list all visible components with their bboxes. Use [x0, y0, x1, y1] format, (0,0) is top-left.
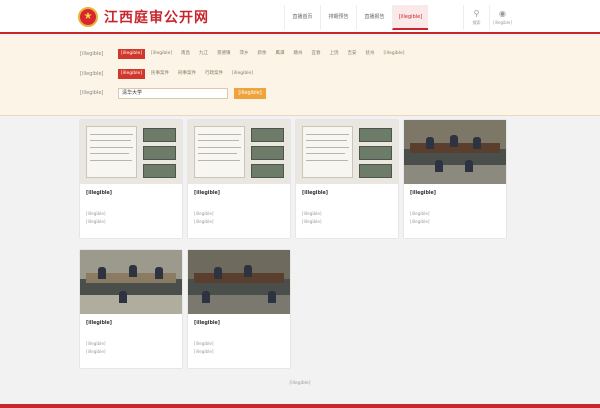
keyword-label: [illegible] — [80, 90, 104, 96]
case-type-filter-label: [illegible] — [80, 71, 104, 77]
case-card[interactable]: [illegible] [illegible] [illegible] — [296, 120, 398, 238]
search-button[interactable]: [illegible] — [234, 87, 266, 99]
court-chip[interactable]: 吉安 — [345, 49, 360, 59]
case-type-chip[interactable]: 民事案件 — [148, 69, 172, 79]
location-tool-label: [illegible] — [493, 20, 512, 25]
case-card[interactable]: [illegible] [illegible] [illegible] — [404, 120, 506, 238]
nav-item-live-home[interactable]: 直播首页 — [284, 5, 320, 30]
case-number: [illegible] — [86, 219, 106, 224]
case-title[interactable]: [illegible] — [86, 320, 178, 334]
court-chip[interactable]: 宜春 — [309, 49, 324, 59]
court-filter-row: [illegible] [illegible] [illegible] 南昌 九… — [80, 48, 411, 60]
case-thumbnail[interactable] — [188, 120, 290, 184]
court-chip[interactable]: 鹰潭 — [273, 49, 288, 59]
case-number: [illegible] — [194, 219, 214, 224]
case-court: [illegible] — [194, 211, 214, 216]
case-thumbnail[interactable] — [80, 250, 182, 314]
keyword-row: [illegible] 清华大学 [illegible] — [80, 87, 266, 99]
case-number: [illegible] — [194, 349, 214, 354]
case-number: [illegible] — [86, 349, 106, 354]
court-chip[interactable]: [illegible] — [148, 49, 175, 59]
case-number: [illegible] — [410, 219, 430, 224]
case-thumbnail[interactable] — [188, 250, 290, 314]
case-court: [illegible] — [194, 341, 214, 346]
filter-panel: [illegible] [illegible] [illegible] 南昌 九… — [0, 36, 600, 116]
case-court: [illegible] — [302, 211, 322, 216]
court-chip[interactable]: 南昌 — [178, 49, 193, 59]
case-type-chip[interactable]: 刑事案件 — [175, 69, 199, 79]
case-type-chip[interactable]: 行政案件 — [202, 69, 226, 79]
case-court: [illegible] — [86, 211, 106, 216]
case-title[interactable]: [illegible] — [194, 320, 286, 334]
location-pin-icon: ◉ — [499, 9, 506, 18]
case-title[interactable]: [illegible] — [86, 190, 178, 204]
search-icon: ⚲ — [473, 9, 480, 18]
keyword-input[interactable]: 清华大学 — [118, 87, 228, 99]
case-court: [illegible] — [410, 211, 430, 216]
main-nav: 直播首页 排期预告 直播报告 [illegible] — [284, 5, 428, 30]
case-type-chip[interactable]: [illegible] — [229, 69, 256, 79]
court-chip[interactable]: 萍乡 — [237, 49, 252, 59]
search-tool-label: 搜索 — [472, 20, 481, 25]
site-title: 江西庭审公开网 — [104, 10, 209, 26]
case-court: [illegible] — [86, 341, 106, 346]
court-emblem-icon — [78, 7, 98, 27]
case-card[interactable]: [illegible] [illegible] [illegible] — [80, 250, 182, 368]
case-number: [illegible] — [302, 219, 322, 224]
case-title[interactable]: [illegible] — [302, 190, 394, 204]
court-chip[interactable]: 九江 — [196, 49, 211, 59]
case-thumbnail[interactable] — [404, 120, 506, 184]
header-tools: ⚲ 搜索 ◉ [illegible] — [463, 5, 515, 30]
nav-item-live-report[interactable]: 直播报告 — [356, 5, 392, 30]
case-thumbnail[interactable] — [296, 120, 398, 184]
case-title[interactable]: [illegible] — [194, 190, 286, 204]
court-filter-label: [illegible] — [80, 51, 104, 57]
search-tool[interactable]: ⚲ 搜索 — [463, 5, 489, 30]
footer-line — [0, 404, 600, 408]
case-type-filter-row: [illegible] [illegible] 民事案件 刑事案件 行政案件 [… — [80, 68, 259, 80]
site-logo[interactable]: 江西庭审公开网 — [78, 5, 209, 29]
case-card[interactable]: [illegible] [illegible] [illegible] — [188, 120, 290, 238]
nav-item-active[interactable]: [illegible] — [392, 5, 428, 30]
case-card[interactable]: [illegible] [illegible] [illegible] — [188, 250, 290, 368]
court-chip[interactable]: 新余 — [255, 49, 270, 59]
court-chip[interactable]: [illegible] — [381, 49, 408, 59]
case-type-chip[interactable]: [illegible] — [118, 69, 146, 79]
nav-item-schedule[interactable]: 排期预告 — [320, 5, 356, 30]
court-chip[interactable]: 抚州 — [363, 49, 378, 59]
court-chip[interactable]: [illegible] — [118, 49, 146, 59]
case-card[interactable]: [illegible] [illegible] [illegible] — [80, 120, 182, 238]
case-title[interactable]: [illegible] — [410, 190, 502, 204]
location-tool[interactable]: ◉ [illegible] — [489, 5, 515, 30]
top-bar: 江西庭审公开网 直播首页 排期预告 直播报告 [illegible] ⚲ 搜索 … — [0, 0, 600, 34]
court-chip[interactable]: 景德镇 — [214, 49, 234, 59]
court-chip[interactable]: 赣州 — [291, 49, 306, 59]
court-chip[interactable]: 上饶 — [327, 49, 342, 59]
pagination[interactable]: [illegible] — [0, 381, 600, 386]
case-thumbnail[interactable] — [80, 120, 182, 184]
